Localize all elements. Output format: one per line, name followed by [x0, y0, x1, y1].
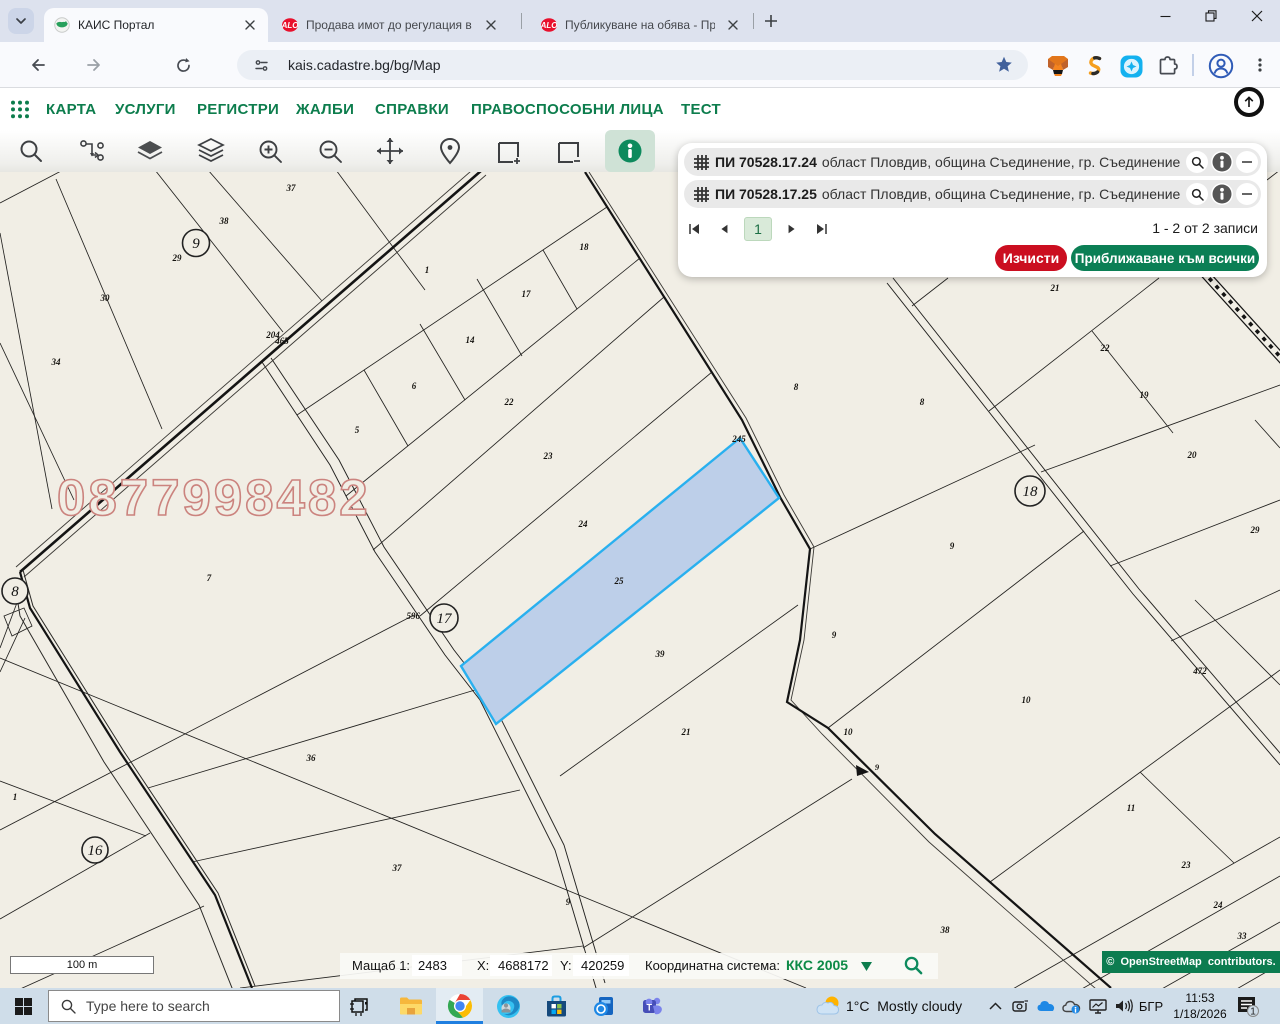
svg-text:0877998482: 0877998482	[57, 469, 371, 526]
svg-text:19: 19	[1140, 390, 1150, 400]
svg-text:24: 24	[1213, 900, 1224, 910]
svg-text:36: 36	[306, 753, 317, 763]
svg-text:14: 14	[466, 335, 476, 345]
svg-text:10: 10	[844, 727, 854, 737]
svg-text:596: 596	[407, 611, 421, 621]
svg-text:T: T	[646, 1003, 652, 1013]
svg-text:11: 11	[1127, 803, 1136, 813]
svg-text:22: 22	[1100, 343, 1111, 353]
svg-text:16: 16	[88, 843, 104, 859]
svg-text:21: 21	[681, 727, 691, 737]
svg-text:23: 23	[1181, 860, 1192, 870]
svg-text:8: 8	[920, 397, 925, 407]
svg-text:38: 38	[219, 216, 230, 226]
svg-text:23: 23	[543, 451, 554, 461]
svg-text:17: 17	[522, 289, 532, 299]
svg-text:9: 9	[192, 236, 200, 252]
svg-text:24: 24	[578, 519, 589, 529]
svg-text:33: 33	[1237, 931, 1248, 941]
svg-text:20: 20	[1187, 450, 1198, 460]
svg-text:9: 9	[566, 897, 571, 907]
svg-text:9: 9	[950, 541, 955, 551]
svg-text:ALO: ALO	[541, 21, 557, 30]
svg-text:39: 39	[655, 649, 666, 659]
svg-text:18: 18	[580, 242, 590, 252]
svg-text:29: 29	[1250, 525, 1261, 535]
svg-text:34: 34	[51, 357, 62, 367]
svg-text:30: 30	[100, 293, 111, 303]
svg-text:18: 18	[1023, 484, 1039, 500]
svg-text:8: 8	[794, 382, 799, 392]
svg-text:9: 9	[832, 630, 837, 640]
svg-text:5: 5	[355, 425, 360, 435]
svg-text:37: 37	[286, 183, 297, 193]
svg-text:465: 465	[274, 336, 289, 346]
svg-text:6: 6	[412, 381, 417, 391]
svg-text:1: 1	[425, 265, 430, 275]
svg-text:22: 22	[504, 397, 515, 407]
svg-text:38: 38	[940, 925, 951, 935]
svg-text:37: 37	[392, 863, 403, 873]
svg-text:10: 10	[1022, 695, 1032, 705]
svg-text:21: 21	[1050, 283, 1060, 293]
svg-text:17: 17	[437, 611, 454, 627]
svg-text:1: 1	[1250, 1006, 1256, 1016]
svg-text:7: 7	[207, 573, 212, 583]
svg-text:245: 245	[731, 434, 746, 444]
svg-text:25: 25	[614, 576, 625, 586]
svg-text:29: 29	[172, 253, 183, 263]
svg-text:8: 8	[11, 584, 19, 600]
svg-text:ALO: ALO	[282, 21, 298, 30]
svg-text:472: 472	[1192, 666, 1207, 676]
svg-text:1: 1	[13, 792, 18, 802]
